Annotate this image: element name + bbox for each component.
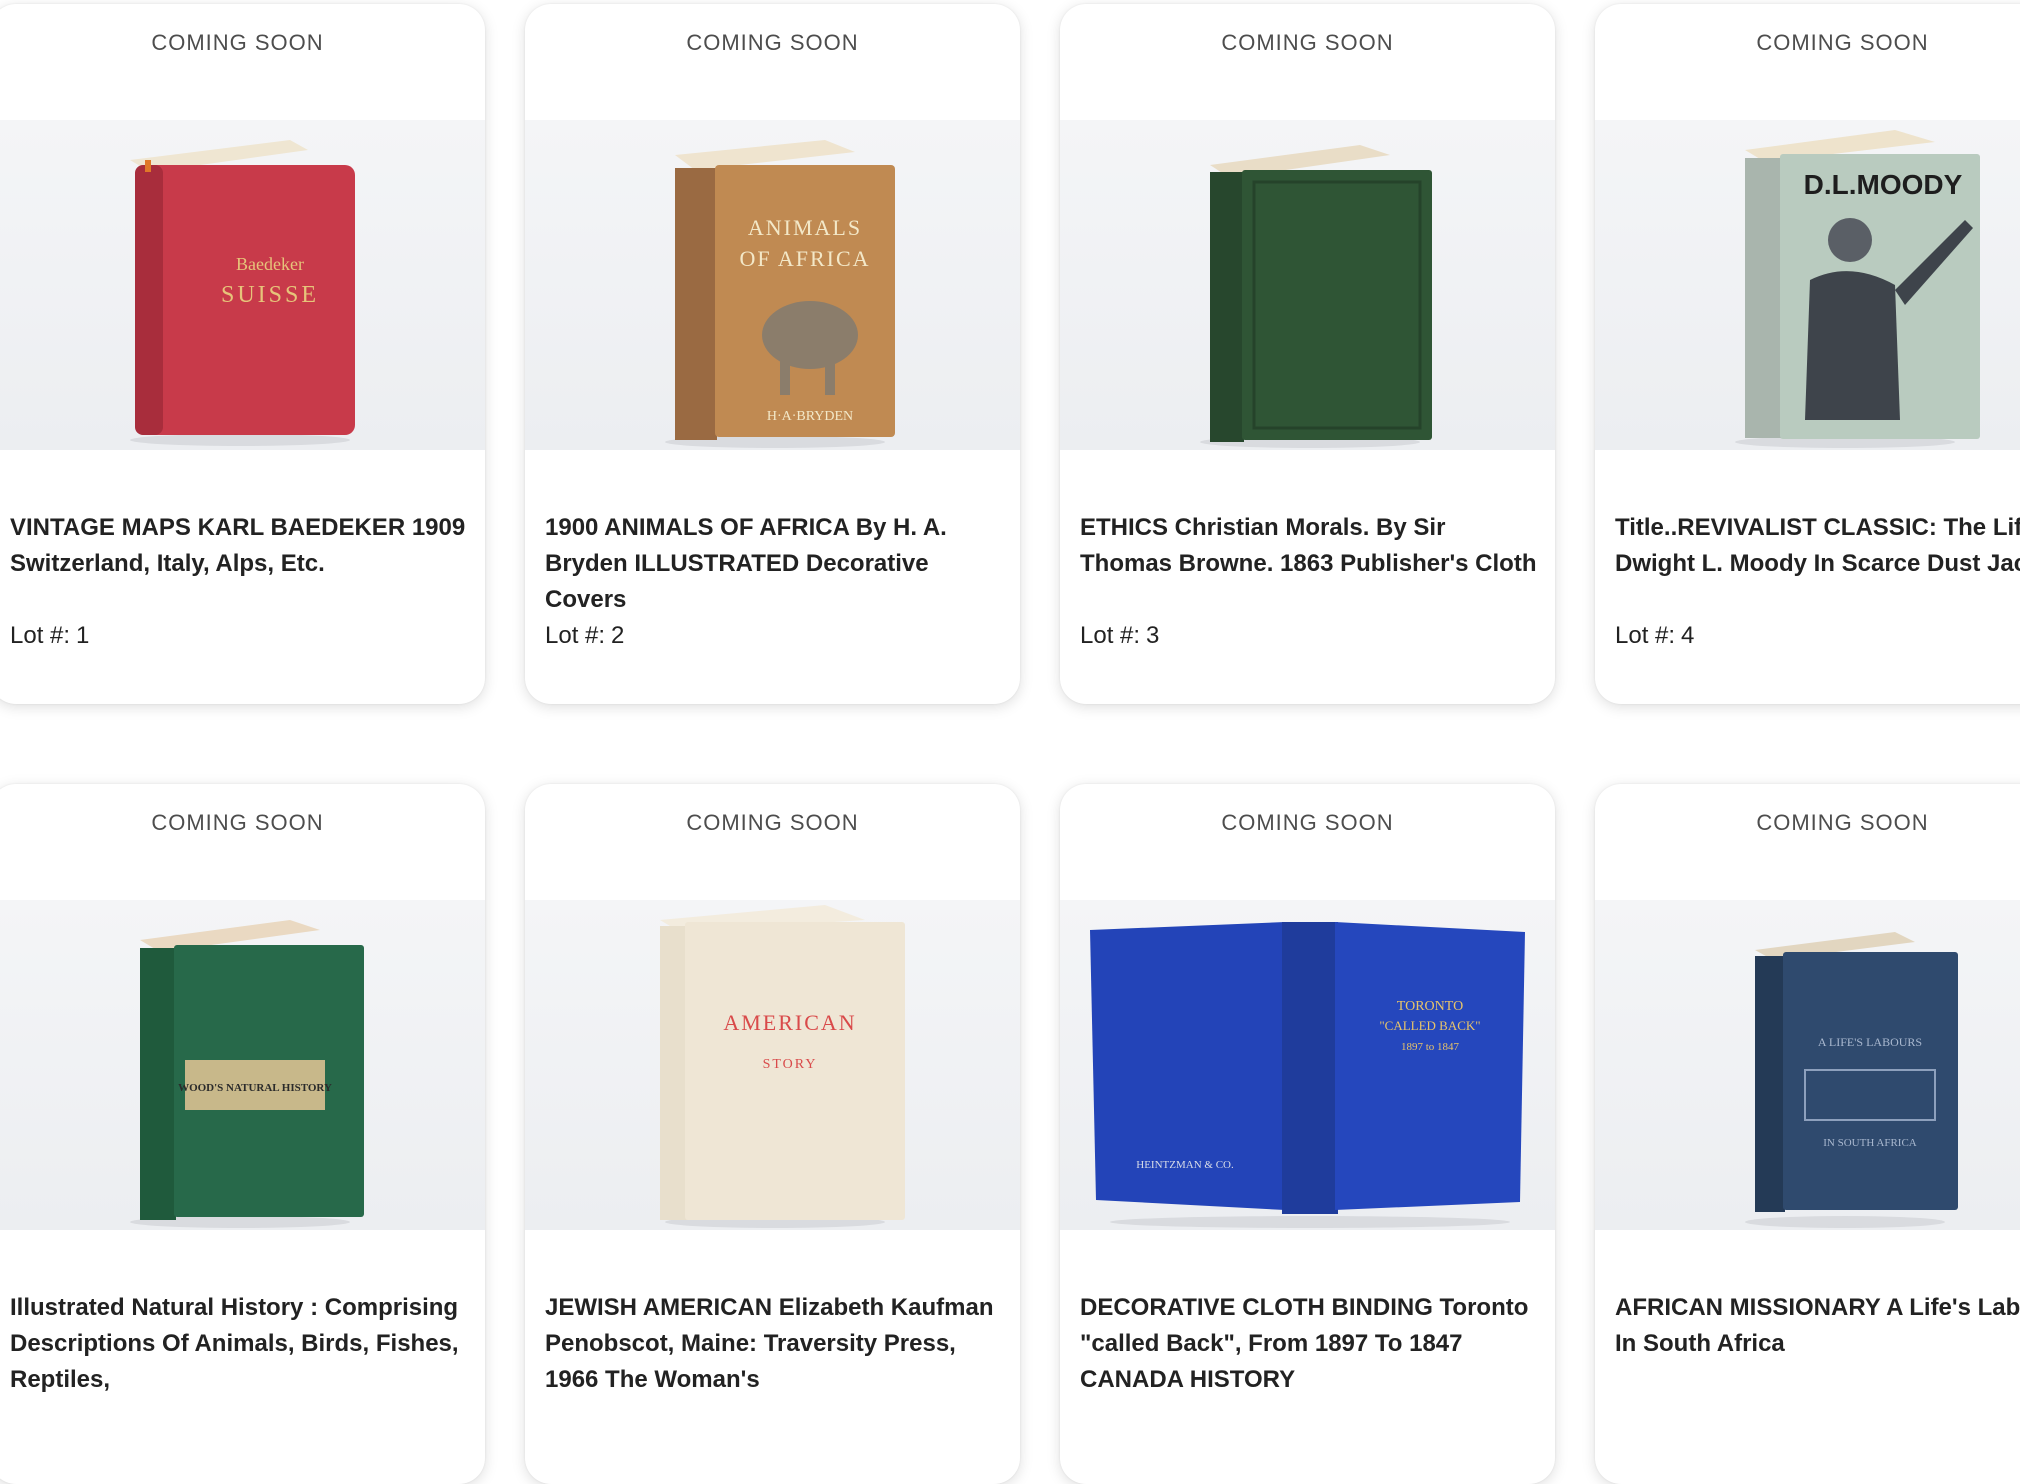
coming-soon-label: COMING SOON bbox=[686, 810, 859, 835]
lot-card-2[interactable]: COMING SOON ANIMALS OF AFRICA H·A·BRYDEN… bbox=[525, 4, 1020, 704]
lot-photo-american-story[interactable]: AMERICAN STORY bbox=[525, 900, 1020, 1230]
lot-card-6[interactable]: COMING SOON AMERICAN STORY JEWISH AMERIC… bbox=[525, 784, 1020, 1484]
coming-soon-label: COMING SOON bbox=[151, 30, 324, 55]
lot-card-8[interactable]: COMING SOON A LIFE'S LABOURS IN SOUTH AF… bbox=[1595, 784, 2020, 1484]
coming-soon-label: COMING SOON bbox=[1221, 810, 1394, 835]
svg-text:1897 to 1847: 1897 to 1847 bbox=[1401, 1041, 1460, 1053]
book-blue-open-icon: TORONTO "CALLED BACK" 1897 to 1847 HEINT… bbox=[1090, 922, 1525, 1228]
svg-text:TORONTO: TORONTO bbox=[1397, 999, 1463, 1014]
book-cream-icon: AMERICAN STORY bbox=[660, 905, 905, 1228]
svg-text:D.L.MOODY: D.L.MOODY bbox=[1804, 169, 1963, 200]
lot-title[interactable]: DECORATIVE CLOTH BINDING Toronto "called… bbox=[1080, 1290, 1541, 1398]
coming-soon-label: COMING SOON bbox=[151, 810, 324, 835]
lot-photo-lifes-labours[interactable]: A LIFE'S LABOURS IN SOUTH AFRICA bbox=[1595, 900, 2020, 1230]
svg-text:AMERICAN: AMERICAN bbox=[723, 1010, 856, 1035]
svg-text:"CALLED BACK": "CALLED BACK" bbox=[1379, 1018, 1480, 1033]
svg-text:A LIFE'S LABOURS: A LIFE'S LABOURS bbox=[1818, 1035, 1922, 1049]
lot-card-5[interactable]: COMING SOON WOOD'S NATURAL HISTORY Illus… bbox=[0, 784, 485, 1484]
book-red-icon: Baedeker SUISSE bbox=[130, 140, 355, 446]
svg-text:IN SOUTH AFRICA: IN SOUTH AFRICA bbox=[1823, 1137, 1917, 1149]
svg-text:H·A·BRYDEN: H·A·BRYDEN bbox=[767, 409, 853, 424]
coming-soon-label: COMING SOON bbox=[1756, 810, 1929, 835]
lot-title[interactable]: VINTAGE MAPS KARL BAEDEKER 1909 Switzerl… bbox=[10, 510, 471, 582]
lot-photo-christian-morals[interactable] bbox=[1060, 120, 1555, 450]
lot-title[interactable]: 1900 ANIMALS OF AFRICA By H. A. Bryden I… bbox=[545, 510, 1006, 618]
coming-soon-label: COMING SOON bbox=[1756, 30, 1929, 55]
lot-number: Lot #: 1 bbox=[10, 622, 90, 649]
book-navy-icon: A LIFE'S LABOURS IN SOUTH AFRICA bbox=[1745, 932, 1958, 1228]
book-brown-icon: ANIMALS OF AFRICA H·A·BRYDEN bbox=[665, 140, 895, 448]
lot-photo-animals-of-africa[interactable]: ANIMALS OF AFRICA H·A·BRYDEN bbox=[525, 120, 1020, 450]
lot-card-3[interactable]: COMING SOON ETHICS Christian Morals. By … bbox=[1060, 4, 1555, 704]
svg-text:ANIMALS: ANIMALS bbox=[748, 215, 862, 240]
lot-card-4[interactable]: COMING SOON D.L.MOODY Title..REVIVALIST … bbox=[1595, 4, 2020, 704]
svg-text:SUISSE: SUISSE bbox=[221, 282, 319, 308]
svg-text:WOOD'S NATURAL HISTORY: WOOD'S NATURAL HISTORY bbox=[178, 1082, 332, 1094]
lot-photo-toronto-called-back[interactable]: TORONTO "CALLED BACK" 1897 to 1847 HEINT… bbox=[1060, 900, 1555, 1230]
lot-card-7[interactable]: COMING SOON TORONTO "CALLED BACK" 1897 t… bbox=[1060, 784, 1555, 1484]
lot-title[interactable]: Title..REVIVALIST CLASSIC: The Life Of D… bbox=[1615, 510, 2020, 582]
book-green-ornate-icon: WOOD'S NATURAL HISTORY bbox=[130, 920, 364, 1228]
book-green-icon bbox=[1200, 145, 1432, 448]
svg-text:HEINTZMAN & CO.: HEINTZMAN & CO. bbox=[1136, 1159, 1234, 1171]
lot-number: Lot #: 2 bbox=[545, 622, 625, 649]
lot-photo-dl-moody[interactable]: D.L.MOODY bbox=[1595, 120, 2020, 450]
book-dust-jacket-icon: D.L.MOODY bbox=[1735, 130, 1980, 448]
lot-title[interactable]: Illustrated Natural History : Comprising… bbox=[10, 1290, 471, 1398]
lot-card-1[interactable]: COMING SOON Baedeker SUISSE VINTAGE MAPS… bbox=[0, 4, 485, 704]
lot-title[interactable]: AFRICAN MISSIONARY A Life's Labours In S… bbox=[1615, 1290, 2020, 1362]
svg-text:Baedeker: Baedeker bbox=[236, 254, 304, 274]
lot-title[interactable]: ETHICS Christian Morals. By Sir Thomas B… bbox=[1080, 510, 1541, 582]
svg-text:STORY: STORY bbox=[763, 1057, 818, 1072]
lot-number: Lot #: 4 bbox=[1615, 622, 1695, 649]
lot-photo-baedeker-suisse[interactable]: Baedeker SUISSE bbox=[0, 120, 485, 450]
lot-photo-natural-history[interactable]: WOOD'S NATURAL HISTORY bbox=[0, 900, 485, 1230]
coming-soon-label: COMING SOON bbox=[686, 30, 859, 55]
svg-text:OF AFRICA: OF AFRICA bbox=[739, 246, 870, 271]
lot-title[interactable]: JEWISH AMERICAN Elizabeth Kaufman Penobs… bbox=[545, 1290, 1006, 1398]
lot-number: Lot #: 3 bbox=[1080, 622, 1160, 649]
coming-soon-label: COMING SOON bbox=[1221, 30, 1394, 55]
